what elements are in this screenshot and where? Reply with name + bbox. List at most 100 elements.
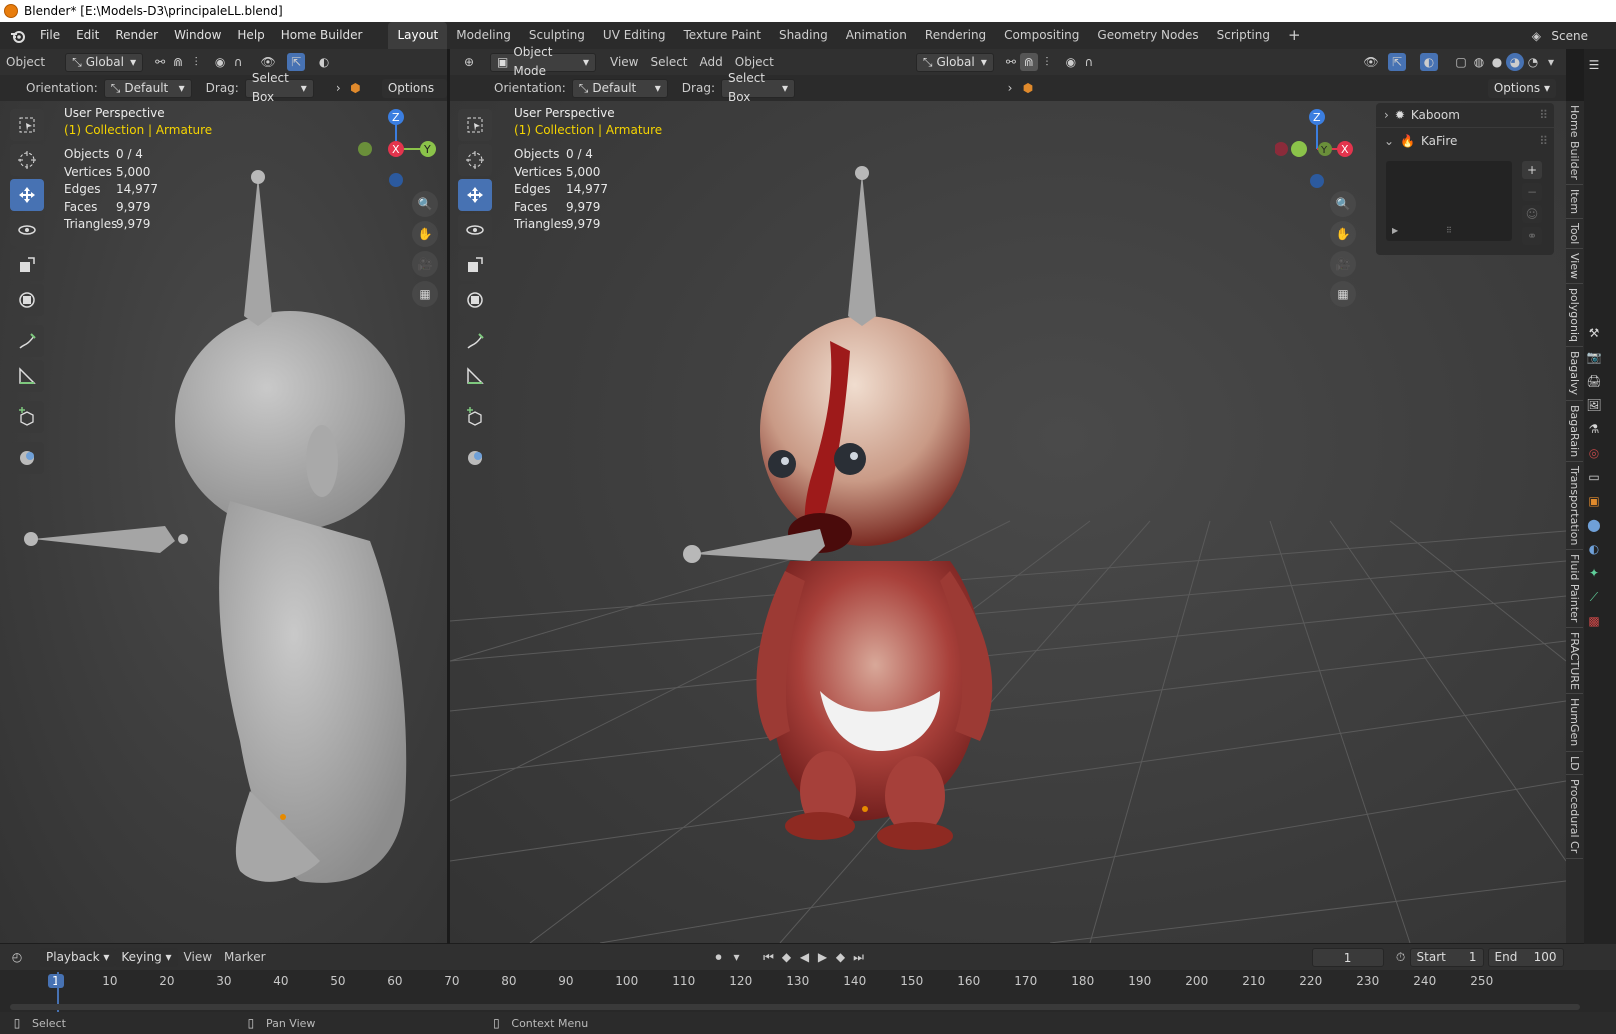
chevron-down-icon[interactable]: ▾ — [728, 948, 746, 966]
snap-icon[interactable]: ⋒ — [1019, 53, 1038, 71]
link-icon[interactable]: ⚭ — [1522, 227, 1542, 245]
stopwatch-icon[interactable]: ⏱ — [1392, 948, 1410, 966]
sidebar-tab-view[interactable]: View — [1566, 249, 1583, 285]
blender-menu-icon[interactable] — [10, 28, 26, 44]
material-shading-icon[interactable]: ◕ — [1506, 53, 1524, 71]
chevron-right-icon[interactable]: › — [330, 79, 347, 97]
jump-end-icon[interactable]: ⏭ — [850, 948, 868, 966]
panel-item-kaboom[interactable]: › ✹ Kaboom ⠿ — [1376, 103, 1554, 128]
texture-properties-icon[interactable]: ▩ — [1584, 611, 1604, 631]
solid-shading-icon[interactable]: ● — [1488, 53, 1506, 71]
xray-icon[interactable]: ▢ — [1452, 53, 1470, 71]
menu-help[interactable]: Help — [229, 22, 272, 49]
material-icon[interactable]: ⬢ — [347, 79, 364, 97]
physics-properties-icon[interactable]: ◐ — [1584, 539, 1604, 559]
tab-uv-editing[interactable]: UV Editing — [594, 22, 675, 49]
drag-handle-icon[interactable]: ⠿ — [1539, 108, 1548, 122]
world-properties-icon[interactable]: ◎ — [1584, 443, 1604, 463]
scene-selector[interactable]: ◈ Scene — [1527, 27, 1588, 45]
start-frame-field[interactable]: Start 1 — [1409, 947, 1484, 967]
menu-window[interactable]: Window — [166, 22, 229, 49]
right-transform-dropdown[interactable]: ⤡ Global ▾ — [915, 52, 994, 72]
visibility-icon[interactable]: 👁 — [1362, 53, 1380, 71]
remove-item-button[interactable]: − — [1522, 183, 1542, 201]
menu-edit[interactable]: Edit — [68, 22, 107, 49]
left-orientation-dropdown[interactable]: ⤡ Default ▾ — [103, 78, 192, 98]
snap-icon[interactable]: ⋒ — [169, 53, 187, 71]
editor-type-icon[interactable]: ⊕ — [460, 53, 478, 71]
properties-editor-icon[interactable]: ☰ — [1584, 55, 1604, 75]
shading-options-icon[interactable]: ▾ — [1542, 53, 1560, 71]
sidebar-tab-home-builder[interactable]: Home Builder — [1566, 101, 1583, 185]
proportional-icon[interactable]: ◉ — [211, 53, 229, 71]
sidebar-tab-tool[interactable]: Tool — [1566, 219, 1583, 250]
menu-file[interactable]: File — [32, 22, 68, 49]
sidebar-tab-polygoniq[interactable]: polygoniq — [1566, 284, 1583, 348]
tab-geometry-nodes[interactable]: Geometry Nodes — [1088, 22, 1207, 49]
sidebar-tab-procedural-cr[interactable]: Procedural Cr — [1566, 775, 1583, 859]
pivot-icon[interactable]: ⚯ — [151, 53, 169, 71]
left-transform-dropdown[interactable]: ⤡ Global ▾ — [65, 52, 144, 72]
tab-rendering[interactable]: Rendering — [916, 22, 995, 49]
view-layer-icon[interactable]: 🖼 — [1584, 395, 1604, 415]
menu-view[interactable]: View — [604, 55, 644, 69]
tool-properties-icon[interactable]: ⚒ — [1584, 323, 1604, 343]
wireframe-shading-icon[interactable]: ◍ — [1470, 53, 1488, 71]
play-reverse-icon[interactable]: ◀ — [796, 948, 814, 966]
tab-texture-paint[interactable]: Texture Paint — [675, 22, 770, 49]
tab-animation[interactable]: Animation — [837, 22, 916, 49]
play-icon[interactable]: ▶ — [814, 948, 832, 966]
snap-target-icon[interactable]: ⫶ — [187, 53, 205, 71]
keying-menu[interactable]: Keying ▾ — [115, 947, 178, 967]
bone-properties-icon[interactable]: ⟋ — [1584, 587, 1604, 607]
snap-target-icon[interactable]: ⫶ — [1038, 53, 1056, 71]
sidebar-tab-fracture[interactable]: FRACTURE — [1566, 628, 1583, 695]
menu-render[interactable]: Render — [107, 22, 166, 49]
current-frame-field[interactable]: 1 — [1311, 947, 1384, 967]
left-mode-label[interactable]: Object — [0, 55, 51, 69]
sidebar-tab-ld[interactable]: LD — [1566, 752, 1583, 776]
record-icon[interactable]: ⏺ — [710, 948, 728, 966]
panel-item-kafire[interactable]: ⌄ 🔥 KaFire ⠿ — [1376, 128, 1554, 154]
object-data-armature-icon[interactable]: ✦ — [1584, 563, 1604, 583]
jump-start-icon[interactable]: ⏮ — [760, 948, 778, 966]
output-properties-icon[interactable]: 🖨 — [1584, 371, 1604, 391]
next-keyframe-icon[interactable]: ◆ — [832, 948, 850, 966]
mode-dropdown[interactable]: ▣ Object Mode ▾ — [490, 45, 596, 78]
object-properties-icon[interactable]: ▣ — [1584, 491, 1604, 511]
clock-icon[interactable]: ◴ — [8, 948, 26, 966]
view-menu[interactable]: View — [178, 950, 218, 964]
add-item-button[interactable]: + — [1522, 161, 1542, 179]
overlay-icon[interactable]: ◐ — [315, 53, 333, 71]
modifier-properties-icon[interactable]: ⬤ — [1584, 515, 1604, 535]
drag-handle-icon[interactable]: ⠿ — [1539, 134, 1548, 148]
left-3d-viewport[interactable]: User Perspective (1) Collection | Armatu… — [0, 101, 447, 943]
play-icon[interactable]: ▶ — [1392, 226, 1398, 235]
sidebar-tab-item[interactable]: Item — [1566, 185, 1583, 219]
sidebar-tab-bagarain[interactable]: BagaRain — [1566, 401, 1583, 462]
proportional-icon[interactable]: ◉ — [1062, 53, 1080, 71]
left-options-button[interactable]: Options ▾ — [381, 78, 447, 114]
tab-modeling[interactable]: Modeling — [447, 22, 520, 49]
rendered-shading-icon[interactable]: ◔ — [1524, 53, 1542, 71]
sidebar-tab-bagalvy[interactable]: Bagalvy — [1566, 347, 1583, 401]
timeline-track[interactable]: 1 10 20 30 40 50 60 70 80 90 100 110 120 130 140 150 160… — [0, 970, 1616, 1012]
sidebar-tab-transportation[interactable]: Transportation — [1566, 462, 1583, 551]
resize-handle-icon[interactable]: ⠿ — [1446, 226, 1452, 235]
right-3d-viewport[interactable]: User Perspective (1) Collection | Armatu… — [450, 101, 1566, 943]
pivot-icon[interactable]: ⚯ — [1002, 53, 1020, 71]
menu-object[interactable]: Object — [729, 55, 780, 69]
right-orientation-dropdown[interactable]: ⤡ Default ▾ — [571, 78, 668, 98]
chevron-right-icon[interactable]: › — [1001, 79, 1019, 97]
material-icon[interactable]: ⬢ — [1019, 79, 1037, 97]
tab-shading[interactable]: Shading — [770, 22, 837, 49]
timeline-scrollbar[interactable] — [10, 1004, 1580, 1010]
gizmo-toggle-icon[interactable]: ⇱ — [1388, 53, 1406, 71]
marker-menu[interactable]: Marker — [218, 950, 271, 964]
right-options-button[interactable]: Options ▾ — [1487, 78, 1556, 98]
tab-layout[interactable]: Layout — [388, 22, 448, 49]
sidebar-tab-humgen[interactable]: HumGen — [1566, 694, 1583, 752]
sidebar-tab-fluid-painter[interactable]: Fluid Painter — [1566, 550, 1583, 628]
falloff-icon[interactable]: ∩ — [229, 53, 247, 71]
tab-scripting[interactable]: Scripting — [1208, 22, 1279, 49]
